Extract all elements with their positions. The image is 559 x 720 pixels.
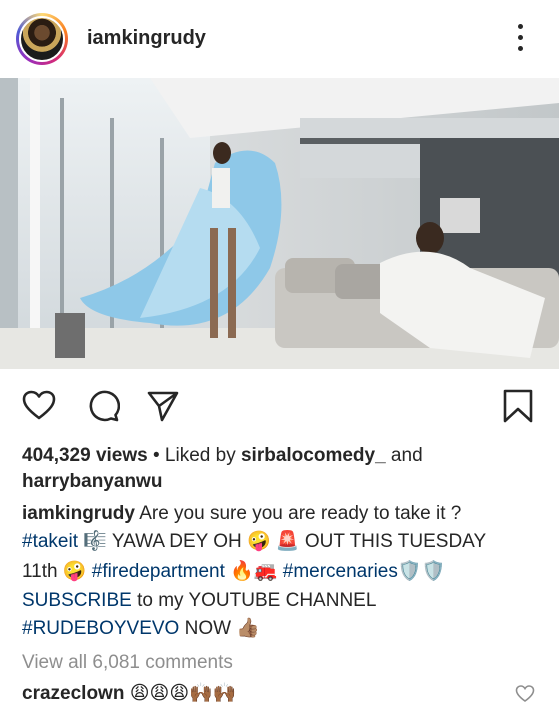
caption-line-4: SUBSCRIBE to my YOUTUBE CHANNEL: [22, 589, 542, 613]
caption-username[interactable]: iamkingrudy: [22, 503, 135, 524]
more-options-icon[interactable]: [512, 24, 528, 54]
hashtag-firedepartment[interactable]: #firedepartment: [92, 561, 225, 582]
video-still-image: [0, 78, 559, 369]
hashtag-mercenaries[interactable]: #mercenaries: [283, 561, 398, 582]
liked-by-user2[interactable]: harrybanyanwu: [22, 471, 162, 492]
caption-line-5: #RUDEBOYVEVO NOW 👍🏽: [22, 617, 542, 641]
caption-text-2: 🎼 YAWA DEY OH 🤪 🚨 OUT THIS TUESDAY: [77, 531, 487, 552]
caption-line-2: #takeit 🎼 YAWA DEY OH 🤪 🚨 OUT THIS TUESD…: [22, 530, 542, 554]
caption-text-3c: 🛡️🛡️: [397, 561, 446, 582]
avatar-story-ring[interactable]: [16, 13, 68, 65]
subscribe-link[interactable]: SUBSCRIBE: [22, 590, 132, 611]
paper-plane-icon[interactable]: [146, 389, 180, 423]
comment-row: crazeclown 😩😩😩🙌🏾🙌🏾: [22, 682, 492, 706]
caption-text-3a: 11th 🤪: [22, 561, 92, 582]
comment-text: 😩😩😩🙌🏾🙌🏾: [124, 683, 237, 704]
post-username[interactable]: iamkingrudy: [87, 27, 206, 50]
comment-heart-icon[interactable]: [515, 684, 535, 704]
views-line: 404,329 views • Liked by sirbalocomedy_ …: [22, 444, 542, 468]
comment-username[interactable]: crazeclown: [22, 683, 124, 704]
views-count[interactable]: 404,329 views: [22, 445, 148, 466]
caption-text-5: NOW 👍🏽: [179, 618, 260, 639]
liked-by-user[interactable]: sirbalocomedy_: [241, 445, 386, 466]
caption-line-1: iamkingrudy Are you sure you are ready t…: [22, 502, 542, 526]
bookmark-icon[interactable]: [501, 389, 535, 423]
caption-text-1: Are you sure you are ready to take it ?: [134, 503, 462, 524]
liked-and: and: [385, 445, 423, 466]
hashtag-rudeboyvevo[interactable]: #RUDEBOYVEVO: [22, 618, 179, 639]
hashtag-takeit[interactable]: #takeit: [22, 531, 78, 552]
liked-by-line2: harrybanyanwu: [22, 470, 542, 494]
caption-text-4: to my YOUTUBE CHANNEL: [131, 590, 377, 611]
post-media[interactable]: [0, 78, 559, 369]
caption-text-3b: 🔥🚒: [224, 561, 283, 582]
liked-by-prefix: • Liked by: [147, 445, 241, 466]
caption-line-3: 11th 🤪 #firedepartment 🔥🚒 #mercenaries🛡️…: [22, 560, 542, 584]
post-action-bar: [0, 369, 559, 441]
view-all-comments-link[interactable]: View all 6,081 comments: [22, 651, 542, 675]
heart-outline-icon[interactable]: [22, 389, 56, 423]
avatar[interactable]: [19, 16, 65, 62]
post-header: iamkingrudy: [0, 0, 559, 78]
comment-bubble-icon[interactable]: [86, 389, 120, 423]
